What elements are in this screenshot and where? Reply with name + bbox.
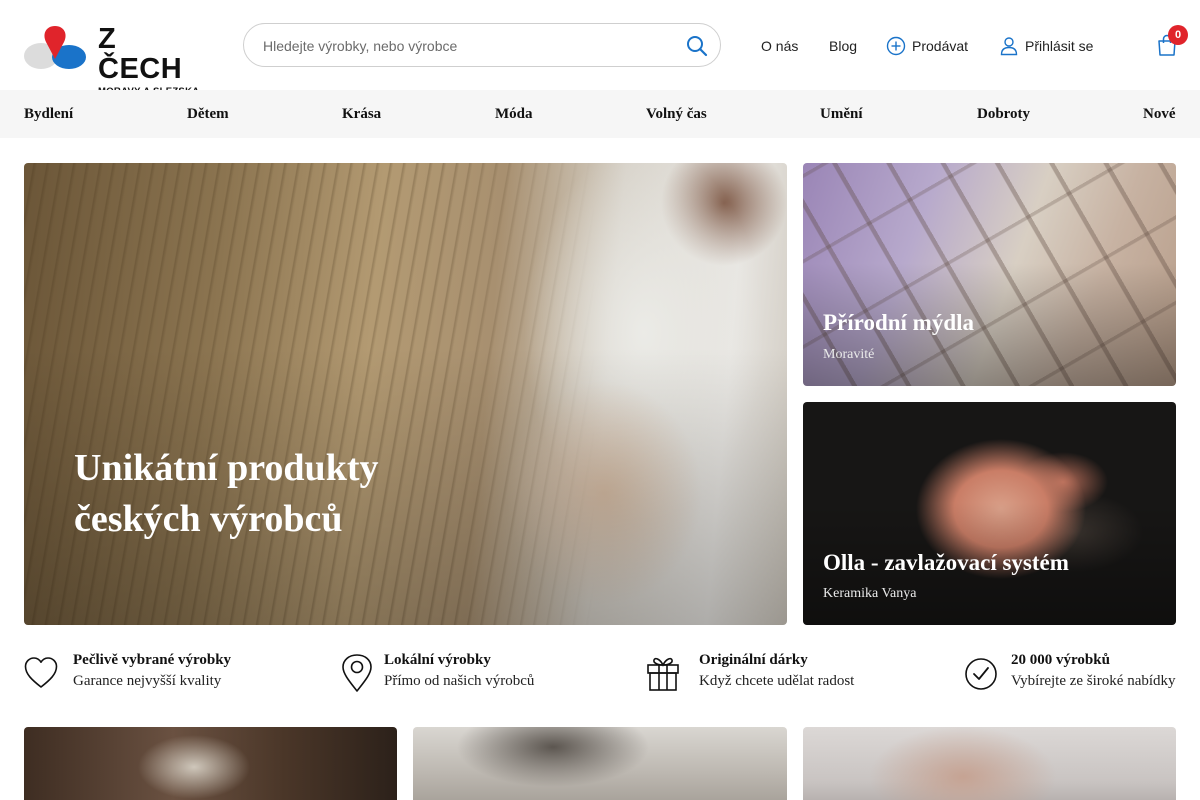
category-tile-crafts[interactable] [803,727,1176,800]
search-icon [687,36,708,57]
category-nav: Bydlení Dětem Krása Móda Volný čas Umění… [0,90,1200,138]
user-icon [1000,37,1018,56]
cart-button[interactable]: 0 [1155,25,1188,59]
category-krasa[interactable]: Krása [342,106,381,123]
nav-blog-label: Blog [829,38,858,54]
category-detem[interactable]: Dětem [187,106,229,123]
location-pin-icon [342,654,372,692]
feature-subtitle: Když chcete udělat radost [699,673,855,689]
nav-about-link[interactable]: O nás [761,33,798,59]
feature-subtitle: Přímo od našich výrobců [384,673,535,689]
category-bydleni[interactable]: Bydlení [24,106,73,123]
category-umeni[interactable]: Umění [820,106,863,123]
category-moda[interactable]: Móda [495,106,533,123]
check-circle-icon [965,658,997,690]
feature-title: Originální dárky [699,652,808,668]
nav-sell-link[interactable]: Prodávat [886,33,968,59]
site-logo[interactable]: Z ČECH MORAVY A SLEZSKA [24,24,204,97]
promo-tile-olla[interactable]: Olla - zavlažovací systém Keramika Vanya [803,402,1176,625]
promo-title: Přírodní mýdla [823,310,975,335]
feature-local: Lokální výrobky Přímo od našich výrobců [341,652,551,694]
search-input[interactable] [263,35,663,57]
promo-tile-soaps[interactable]: Přírodní mýdla Moravité [803,163,1176,386]
promo-title: Olla - zavlažovací systém [823,550,1069,575]
feature-gifts: Originální dárky Když chcete udělat rado… [646,652,866,694]
nav-about-label: O nás [761,38,799,54]
search-button[interactable] [686,35,708,57]
plus-circle-icon [886,36,906,56]
feature-product-count: 20 000 výrobků Vybírejte ze široké nabíd… [965,652,1177,694]
nav-login-link[interactable]: Přihlásit se [999,33,1093,59]
hero-title: Unikátní produkty českých výrobců [74,447,379,540]
feature-title: 20 000 výrobků [1011,652,1110,668]
logo-title: Z ČECH [98,23,183,85]
category-dobroty[interactable]: Dobroty [977,106,1030,123]
feature-subtitle: Garance nejvyšší kvality [73,673,222,689]
search-box [243,23,721,67]
heart-icon [24,657,58,688]
gift-icon [647,657,679,691]
feature-title: Pečlivě vybrané výrobky [73,652,232,668]
promo-subtitle: Keramika Vanya [823,586,917,601]
nav-sell-label: Prodávat [912,38,969,54]
feature-curated: Pečlivě vybrané výrobky Garance nejvyšší… [24,652,254,694]
category-tile-ceramics[interactable] [413,727,787,800]
nav-blog-link[interactable]: Blog [829,33,857,59]
feature-subtitle: Vybírejte ze široké nabídky [1011,673,1176,689]
logo-mark-icon [24,26,86,69]
category-volny-cas[interactable]: Volný čas [646,106,707,123]
site-header: Z ČECH MORAVY A SLEZSKA O nás Blog Prodá… [0,0,1200,97]
category-tile-workshop[interactable] [24,727,397,800]
nav-login-label: Přihlásit se [1025,38,1094,54]
cart-count-badge: 0 [1168,25,1188,45]
hero-banner[interactable]: Unikátní produkty českých výrobců [24,163,787,625]
category-nove[interactable]: Nové [1143,106,1176,123]
promo-subtitle: Moravité [823,347,875,362]
feature-title: Lokální výrobky [384,652,491,668]
